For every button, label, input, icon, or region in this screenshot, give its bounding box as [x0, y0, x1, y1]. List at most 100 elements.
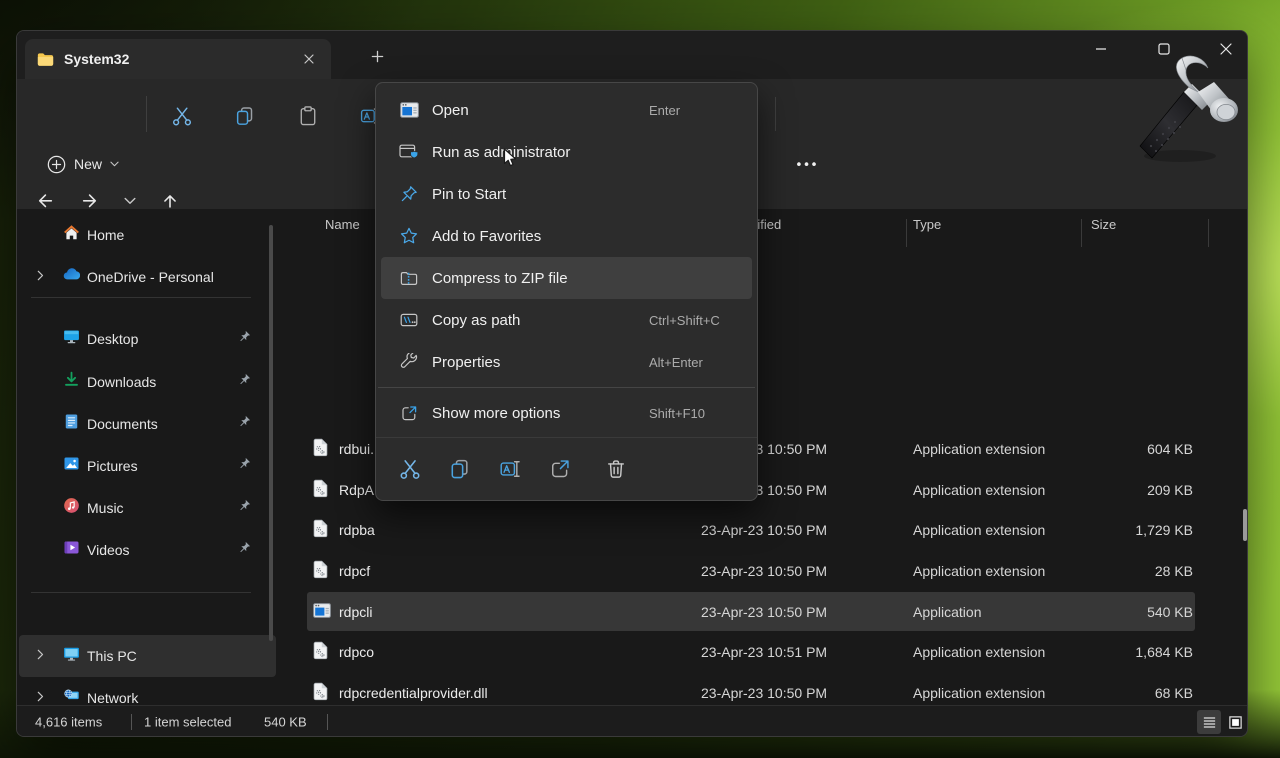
file-row[interactable]: rdpcf 23-Apr-23 10:50 PM Application ext… — [17, 550, 1247, 591]
file-name: rdbui. — [339, 441, 374, 457]
selection-count: 1 item selected — [144, 715, 231, 730]
file-row[interactable]: rdpcredentialprovider.dll 23-Apr-23 10:5… — [17, 672, 1247, 705]
menu-item-label: Compress to ZIP file — [432, 270, 568, 287]
file-type: Application extension — [913, 644, 1045, 660]
paste-button[interactable] — [298, 106, 319, 127]
file-name: rdpba — [339, 522, 375, 538]
dll-file-icon — [313, 438, 328, 459]
file-type: Application — [913, 604, 982, 620]
column-separator[interactable] — [1081, 219, 1082, 247]
tab-close-icon[interactable] — [297, 47, 321, 71]
file-size: 604 KB — [1057, 441, 1193, 457]
menu-item-run-as-administrator[interactable]: Run as administrator — [376, 131, 757, 173]
menu-item-label: Copy as path — [432, 312, 520, 329]
file-row-selected[interactable]: rdpcli 23-Apr-23 10:50 PM Application 54… — [17, 591, 1247, 632]
pin-icon — [238, 373, 251, 391]
chevron-down-icon — [110, 161, 119, 167]
copy-button[interactable] — [449, 458, 471, 480]
sidebar-item-label: Downloads — [87, 374, 156, 390]
menu-item-label: Show more options — [432, 405, 560, 422]
menu-quick-actions — [376, 437, 757, 500]
status-divider — [131, 714, 132, 730]
file-name: rdpcli — [339, 604, 372, 620]
details-view-icon — [1202, 715, 1217, 730]
dll-file-icon — [313, 519, 328, 540]
menu-separator — [378, 387, 755, 388]
menu-item-label: Add to Favorites — [432, 228, 541, 245]
details-view-button[interactable] — [1197, 710, 1221, 734]
share-button[interactable] — [549, 458, 571, 480]
sidebar-item-home[interactable]: Home — [19, 214, 269, 256]
status-bar: 4,616 items 1 item selected 540 KB — [17, 705, 1247, 737]
sidebar-item-label: OneDrive - Personal — [87, 269, 214, 285]
new-button-label: New — [74, 156, 102, 172]
application-file-icon — [313, 603, 331, 621]
sidebar-item-onedrive[interactable]: OneDrive - Personal — [19, 256, 269, 298]
file-size: 1,684 KB — [1057, 644, 1193, 660]
menu-item-add-to-favorites[interactable]: Add to Favorites — [376, 215, 757, 257]
file-row[interactable]: rdpco 23-Apr-23 10:51 PM Application ext… — [17, 631, 1247, 672]
dll-file-icon — [313, 641, 328, 662]
up-button[interactable] — [161, 192, 180, 211]
new-button[interactable]: New — [37, 145, 129, 183]
file-type: Application extension — [913, 563, 1045, 579]
tab-system32[interactable]: System32 — [25, 39, 331, 79]
file-type: Application extension — [913, 482, 1045, 498]
file-list-scrollbar[interactable] — [1243, 509, 1247, 541]
context-menu: Open Enter Run as administrator Pin to S… — [375, 82, 758, 501]
column-separator[interactable] — [906, 219, 907, 247]
file-row[interactable]: rdpba 23-Apr-23 10:50 PM Application ext… — [17, 509, 1247, 550]
minimize-icon — [1095, 43, 1107, 55]
minimize-button[interactable] — [1079, 35, 1123, 63]
chevron-right-icon[interactable] — [37, 268, 44, 286]
cut-button[interactable] — [172, 106, 193, 127]
folder-icon — [37, 52, 54, 66]
file-size: 1,729 KB — [1057, 522, 1193, 538]
copy-button[interactable] — [235, 106, 256, 127]
file-date: 23-Apr-23 10:50 PM — [701, 604, 827, 620]
file-size: 209 KB — [1057, 482, 1193, 498]
star-icon — [399, 226, 419, 246]
large-icons-view-icon — [1228, 715, 1243, 730]
sidebar-item-downloads[interactable]: Downloads — [19, 361, 269, 403]
menu-item-compress-to-zip[interactable]: Compress to ZIP file — [381, 257, 752, 299]
column-header-size[interactable]: Size — [1091, 217, 1116, 251]
menu-item-shortcut: Alt+Enter — [649, 355, 703, 370]
cut-button[interactable] — [399, 458, 421, 480]
pin-icon — [238, 330, 251, 348]
show-more-options-icon — [399, 403, 419, 423]
delete-button[interactable] — [605, 458, 627, 480]
file-size: 540 KB — [1057, 604, 1193, 620]
rename-button[interactable] — [499, 458, 521, 480]
onedrive-icon — [63, 266, 80, 288]
back-button[interactable] — [36, 192, 55, 211]
tab-bar: System32 — [17, 31, 1247, 79]
file-date: 23-Apr-23 10:50 PM — [701, 522, 827, 538]
menu-item-label: Pin to Start — [432, 186, 506, 203]
large-icons-view-button[interactable] — [1223, 710, 1247, 734]
sidebar-item-label: Home — [87, 227, 124, 243]
file-date: 23-Apr-23 10:50 PM — [701, 685, 827, 701]
column-header-name[interactable]: Name — [325, 217, 360, 251]
file-name: RdpA — [339, 482, 374, 498]
pin-to-start-icon — [399, 184, 419, 204]
menu-item-open[interactable]: Open Enter — [376, 89, 757, 131]
menu-item-label: Properties — [432, 354, 500, 371]
forward-button[interactable] — [81, 192, 100, 211]
new-tab-button[interactable] — [363, 43, 391, 69]
zip-folder-icon — [399, 268, 419, 288]
column-separator[interactable] — [1208, 219, 1209, 247]
menu-item-show-more-options[interactable]: Show more options Shift+F10 — [376, 392, 757, 434]
sidebar-separator — [31, 297, 251, 298]
menu-item-pin-to-start[interactable]: Pin to Start — [376, 173, 757, 215]
menu-item-copy-as-path[interactable]: Copy as path Ctrl+Shift+C — [376, 299, 757, 341]
hammer-graphic — [1128, 52, 1268, 177]
sidebar-item-desktop[interactable]: Desktop — [19, 318, 269, 360]
file-date: 23-Apr-23 10:50 PM — [701, 563, 827, 579]
see-more-button[interactable]: ••• — [797, 157, 820, 172]
column-header-type[interactable]: Type — [913, 217, 941, 251]
recent-locations-button[interactable] — [124, 197, 136, 205]
file-name: rdpcredentialprovider.dll — [339, 685, 488, 701]
menu-item-properties[interactable]: Properties Alt+Enter — [376, 341, 757, 383]
toolbar-separator — [775, 97, 776, 131]
